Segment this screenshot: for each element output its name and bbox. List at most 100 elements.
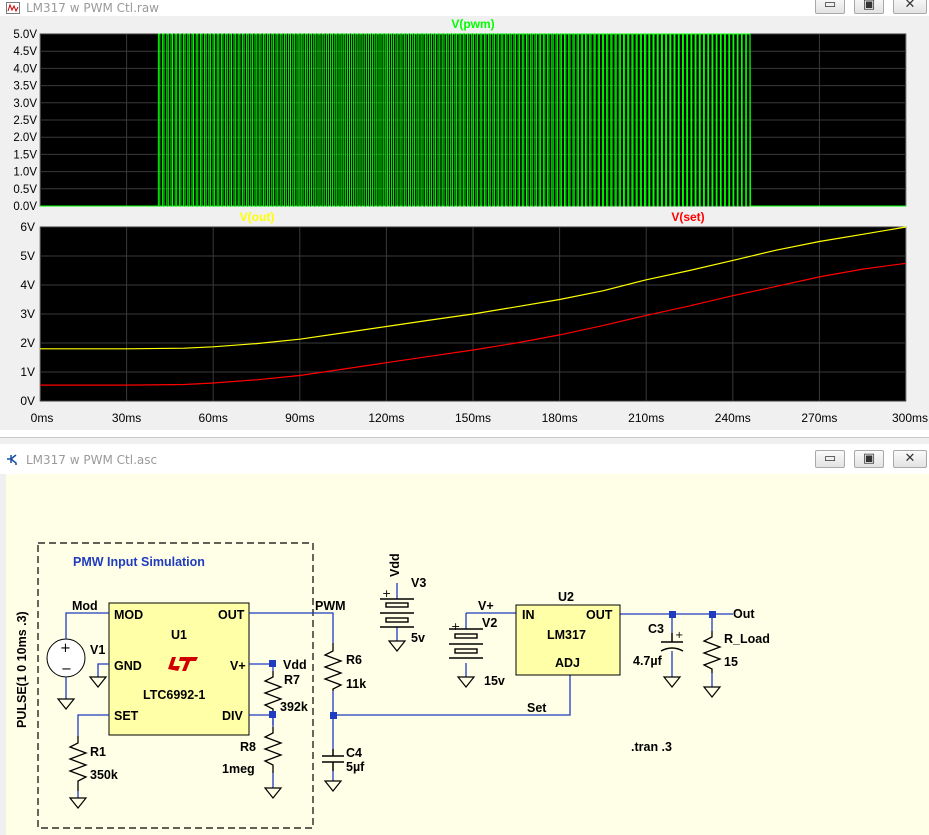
output-y-tick-label: 0V — [20, 394, 35, 408]
schematic-window-title: LM317 w PWM Ctl.asc — [26, 453, 158, 467]
r6-value: 11k — [346, 677, 366, 691]
time-axis-tick-label: 60ms — [199, 411, 228, 425]
r7-value: 392k — [280, 700, 308, 714]
time-axis-tick-label: 150ms — [455, 411, 491, 425]
schematic-window-icon — [7, 454, 17, 465]
v3-ref: V3 — [411, 576, 426, 590]
time-axis-tick-label: 180ms — [542, 411, 578, 425]
waveform-viewer-window: LM317 w PWM Ctl.raw ▭ ▣ ✕ 5.0V 4.5V 4.0V 3.… — [0, 0, 929, 430]
output-pane-y-ticks: 6V 5V 4V 3V 2V 1V 0V — [20, 220, 35, 408]
pwm-pane-y-ticks: 5.0V 4.5V 4.0V 3.5V 3.0V 2.5V 2.0V 1.5V 1.0V 0.5V… — [13, 29, 37, 213]
minimize-button[interactable]: ▭ — [815, 450, 845, 468]
schematic-editor-window: LM317 w PWM Ctl.asc ▭ ▣ ✕ PMW Input Simu… — [0, 437, 929, 835]
pwm-y-tick-label: 3.0V — [13, 98, 37, 110]
time-axis-tick-label: 90ms — [285, 411, 314, 425]
restore-button[interactable]: ▣ — [854, 450, 884, 468]
spice-directive[interactable]: .tran .3 — [631, 740, 672, 754]
legend-vset[interactable]: V(set) — [671, 210, 704, 224]
v2-plus-icon: + — [451, 620, 460, 633]
pwm-y-tick-label: 4.5V — [13, 46, 37, 58]
v3-plus-icon: + — [382, 587, 391, 600]
u1-pin-div: DIV — [222, 709, 244, 723]
v2-battery[interactable] — [449, 628, 483, 659]
output-y-tick-label: 5V — [20, 249, 35, 263]
net-label-out: Out — [733, 607, 755, 621]
u2-pin-out: OUT — [586, 608, 613, 622]
c4-value: 5µf — [346, 760, 365, 774]
time-axis-ticks: 0ms 30ms 60ms 90ms 120ms 150ms 180ms 210ms 240ms… — [31, 411, 928, 425]
net-label-set: Set — [527, 701, 547, 715]
u1-pin-gnd: GND — [114, 659, 142, 673]
u2-part-name: LM317 — [547, 628, 586, 642]
v1-minus-icon: − — [61, 662, 72, 677]
time-axis-tick-label: 240ms — [715, 411, 751, 425]
r-load-value: 15 — [724, 655, 738, 669]
pwm-y-tick-label: 2.5V — [13, 115, 37, 127]
time-axis-tick-label: 30ms — [112, 411, 141, 425]
u1-pin-set: SET — [114, 709, 139, 723]
schematic-canvas[interactable]: PMW Input Simulation MOD OUT U1 GND V+ L… — [6, 474, 929, 835]
pwm-y-tick-label: 1.0V — [13, 167, 37, 179]
v3-net-label: Vdd — [388, 553, 402, 577]
v3-battery[interactable] — [380, 598, 414, 628]
pwm-y-tick-label: 3.5V — [13, 81, 37, 93]
net-label-pwm: PWM — [315, 599, 346, 613]
legend-vout[interactable]: V(out) — [240, 210, 275, 224]
v1-plus-icon: + — [60, 641, 71, 656]
output-y-tick-label: 1V — [20, 365, 35, 379]
u2-ref: U2 — [558, 590, 574, 604]
u2-pin-adj: ADJ — [555, 656, 580, 670]
time-axis-tick-label: 300ms — [892, 411, 928, 425]
output-y-tick-label: 2V — [20, 336, 35, 350]
time-axis-tick-label: 120ms — [368, 411, 404, 425]
u1-ref: U1 — [171, 628, 187, 642]
c4-capacitor[interactable] — [322, 749, 344, 771]
u1-pin-vplus: V+ — [230, 659, 246, 673]
u2-pin-in: IN — [522, 608, 535, 622]
u1-pin-mod: MOD — [114, 608, 143, 622]
pwm-y-tick-label: 5.0V — [13, 29, 37, 41]
r8-value: 1meg — [222, 762, 255, 776]
time-axis-tick-label: 210ms — [628, 411, 664, 425]
r1-value: 350k — [90, 768, 118, 782]
time-axis-tick-label: 0ms — [31, 411, 54, 425]
c4-ref: C4 — [346, 746, 362, 760]
waveform-plot-area[interactable]: 5.0V 4.5V 4.0V 3.5V 3.0V 2.5V 2.0V 1.5V 1.0V 0.5V… — [0, 0, 929, 430]
v3-value: 5v — [411, 631, 425, 645]
output-y-tick-label: 6V — [20, 220, 35, 234]
r8-resistor[interactable] — [263, 727, 283, 773]
v2-value: 15v — [484, 674, 505, 688]
u1-part-name: LTC6992-1 — [143, 688, 205, 702]
c3-value: 4.7µf — [633, 654, 663, 668]
pwm-y-tick-label: 2.0V — [13, 132, 37, 144]
pwm-y-tick-label: 0.0V — [13, 201, 37, 213]
r-load-ref: R_Load — [724, 632, 770, 646]
r1-resistor[interactable] — [68, 736, 88, 791]
box-title: PMW Input Simulation — [73, 555, 205, 569]
schematic-titlebar[interactable]: LM317 w PWM Ctl.asc ▭ ▣ ✕ — [0, 444, 929, 474]
v2-ref: V2 — [482, 616, 497, 630]
r7-resistor[interactable] — [263, 671, 283, 711]
r-load-resistor[interactable] — [702, 631, 722, 673]
time-axis-tick-label: 270ms — [801, 411, 837, 425]
c3-polarity-icon: + — [675, 630, 683, 641]
close-button[interactable]: ✕ — [893, 450, 927, 468]
v2-net-label: V+ — [478, 599, 494, 613]
u1-pin-out: OUT — [218, 608, 245, 622]
output-y-tick-label: 4V — [20, 278, 35, 292]
r8-ref: R8 — [240, 740, 256, 754]
c3-ref: C3 — [648, 622, 664, 636]
v1-ref: V1 — [90, 643, 105, 657]
v1-value: PULSE(1 0 10ms .3) — [15, 611, 29, 728]
net-label-mod: Mod — [72, 599, 98, 613]
pwm-y-tick-label: 0.5V — [13, 184, 37, 196]
legend-vpwm[interactable]: V(pwm) — [451, 17, 494, 31]
pwm-y-tick-label: 4.0V — [13, 63, 37, 75]
output-y-tick-label: 3V — [20, 307, 35, 321]
pwm-y-tick-label: 1.5V — [13, 149, 37, 161]
net-label-vdd: Vdd — [283, 658, 307, 672]
r6-resistor[interactable] — [323, 643, 343, 691]
r1-ref: R1 — [90, 745, 106, 759]
r6-ref: R6 — [346, 653, 362, 667]
r7-ref: R7 — [284, 673, 300, 687]
